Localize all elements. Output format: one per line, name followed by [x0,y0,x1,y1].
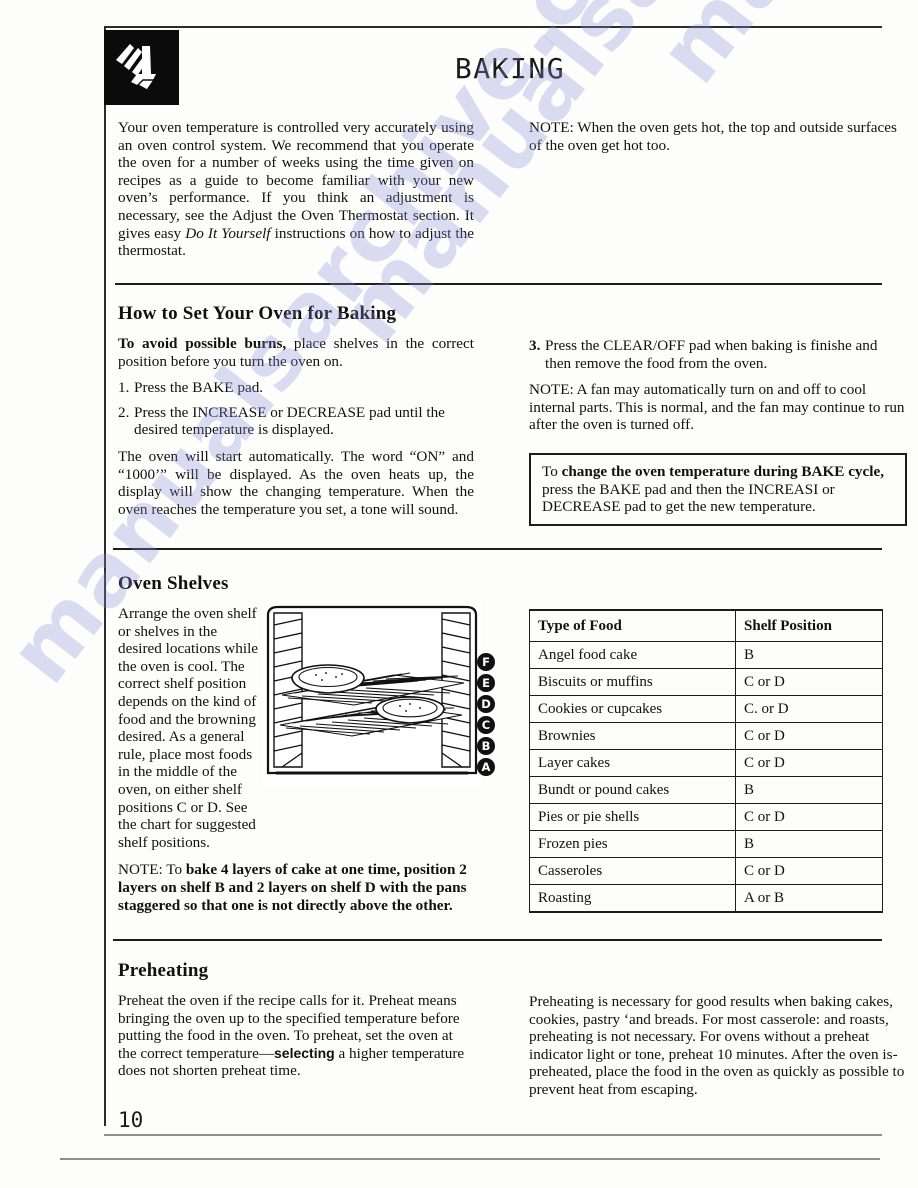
shelf-position: A or B [735,884,883,913]
four-layer-cake-note: NOTE: To bake 4 layers of cake at one ti… [118,861,486,914]
burn-warning-bold: To avoid possible burns, [118,335,287,352]
shelf-label-a: A [477,758,495,776]
food-name: Bundt or pound cakes [528,776,737,804]
pie-on-lower-rack [375,696,445,724]
callout-rest: press the BAKE pad and then the INCREASI… [542,480,835,516]
preheating-left-paragraph: Preheat the oven if the recipe calls for… [118,992,468,1080]
step-3-number: 3. [529,337,541,354]
food-name: Frozen pies [528,830,737,858]
page-border-bottom [60,1158,880,1160]
callout-bold: change the oven temperature during BAKE … [561,463,885,480]
shelf-label-b: B [477,737,495,755]
shelf-position-table: Type of Food Shelf Position Angel food c… [528,609,883,913]
food-name: Brownies [528,722,737,750]
watermark-text: manualsarchive.com [640,0,918,102]
table-row: Cookies or cupcakes C. or D [528,695,883,723]
oven-hot-note: NOTE: When the oven gets hot, the top an… [529,119,897,154]
auto-start-paragraph: The oven will start automatically. The w… [118,447,474,518]
preheating-right-column: Preheating is necessary for good results… [529,993,907,1109]
table-row: Frozen pies B [528,830,883,858]
shelf-label-c: C [477,716,495,734]
page-title: BAKING [454,52,566,85]
shelf-position-labels: F E D C B A [477,653,495,779]
shelf-position: C or D [735,668,883,696]
preheating-right-paragraph: Preheating is necessary for good results… [529,993,905,1098]
preheating-left-column: Preheating Preheat the oven if the recip… [118,960,468,1090]
shelf-position: B [735,776,883,804]
page-border-top [104,26,882,28]
oven-cavity-shelves-illustration [262,603,482,785]
pie-on-upper-rack [291,664,365,694]
step-1-number: 1. [118,379,130,397]
shelf-position: C or D [735,749,883,777]
column-header-shelf-position: Shelf Position [735,609,883,642]
food-name: Cookies or cupcakes [528,695,737,723]
section-divider [115,283,882,285]
step-3: 3. Press the CLEAR/OFF pad when baking i… [529,337,907,372]
section-divider [113,939,882,941]
shelf-position: B [735,830,883,858]
shelf-label-f: F [477,653,495,671]
page-number: 10 [118,1108,144,1132]
section-divider [113,548,882,550]
step-2: 2. Press the INCREASE or DECREASE pad un… [118,404,474,439]
table-row: Roasting A or B [528,884,883,913]
table-row: Bundt or pound cakes B [528,776,883,804]
step-1: 1. Press the BAKE pad. [118,379,474,397]
table-row: Biscuits or muffins C or D [528,668,883,696]
section-heading-preheating: Preheating [118,960,209,981]
shelf-label-d: D [477,695,495,713]
bake-temperature-change-callout: To change the oven temperature during BA… [529,453,907,526]
note-prefix: NOTE: To [118,861,186,879]
step-1-text: Press the BAKE pad. [134,379,264,397]
footer-rule [104,1134,882,1136]
table-row: Angel food cake B [528,641,883,669]
hand-pressing-button-icon [104,30,179,105]
shelf-position: B [735,641,883,669]
manual-page: manualsarchive.com manualsarchive.com ma… [0,0,918,1188]
food-name: Roasting [528,884,737,913]
column-header-type-of-food: Type of Food [528,609,737,642]
step-3-text: Press the CLEAR/OFF pad when baking is f… [545,337,878,372]
food-name: Pies or pie shells [528,803,737,831]
table-row: Brownies C or D [528,722,883,750]
step-2-number: 2. [118,403,130,421]
table-header-row: Type of Food Shelf Position [528,609,883,642]
burn-warning: To avoid possible burns, place shelves i… [118,335,474,370]
page-border-left [104,26,106,1126]
preheating-bold-word: selecting [274,1044,335,1061]
shelf-label-e: E [477,674,495,692]
fan-note: NOTE: A fan may automatically turn on an… [529,381,905,434]
intro-right-note: NOTE: When the oven gets hot, the top an… [529,119,904,164]
intro-text-italic: Do It Yourself [185,224,271,242]
table-row: Layer cakes C or D [528,749,883,777]
how-to-set-left-column: How to Set Your Oven for Baking To avoid… [118,303,474,528]
callout-lead: To [542,463,562,480]
shelf-position: C or D [735,722,883,750]
shelf-position: C. or D [735,695,883,723]
shelf-position: C or D [735,803,883,831]
section-heading-how-to-set: How to Set Your Oven for Baking [118,303,397,324]
table-row: Pies or pie shells C or D [528,803,883,831]
shelf-position: C or D [735,857,883,885]
food-name: Angel food cake [528,641,737,669]
table-row: Casseroles C or D [528,857,883,885]
step-2-text: Press the INCREASE or DECREASE pad until… [134,403,445,439]
intro-left-paragraph: Your oven temperature is controlled very… [118,119,474,270]
food-name: Casseroles [528,857,737,885]
how-to-set-right-column: 3. Press the CLEAR/OFF pad when baking i… [529,337,907,444]
section-heading-oven-shelves: Oven Shelves [118,573,229,594]
intro-text-a: Your oven temperature is controlled very… [118,119,474,242]
food-name: Biscuits or muffins [528,668,737,696]
oven-shelves-paragraph-text: Arrange the oven shelf or shelves in the… [118,605,259,851]
food-name: Layer cakes [528,749,737,777]
